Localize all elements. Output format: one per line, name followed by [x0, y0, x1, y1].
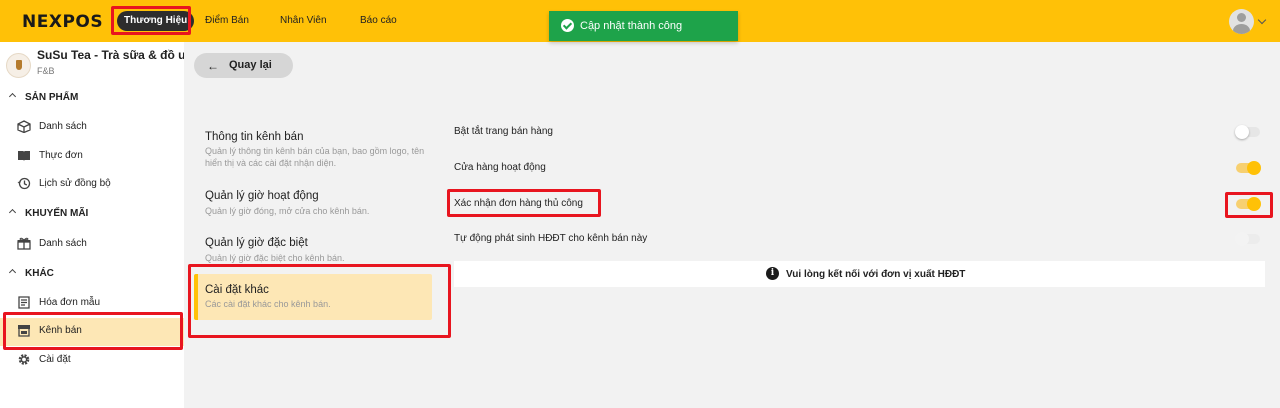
- sidebar-item-label: Danh sách: [39, 121, 87, 132]
- sidebar-item-thuc-don[interactable]: Thực đơn: [0, 143, 184, 169]
- receipt-icon: [18, 296, 30, 309]
- gear-icon: [18, 354, 30, 365]
- settings-menu-item-gio-dac-biet[interactable]: Quản lý giờ đặc biệt Quản lý giờ đặc biệ…: [194, 231, 434, 269]
- menu-item-title: Thông tin kênh bán: [205, 131, 304, 143]
- toggle-tu-dong-phat-sinh-hddt[interactable]: [1235, 232, 1260, 246]
- sidebar-item-lich-su-dong-bo[interactable]: Lịch sử đồng bộ: [0, 171, 184, 197]
- nav-tab-bao-cao[interactable]: Báo cáo: [360, 15, 397, 26]
- chevron-up-icon: [8, 92, 17, 101]
- section-khac[interactable]: KHÁC: [8, 268, 54, 279]
- sidebar-item-danh-sach-khuyen-mai[interactable]: Danh sách: [0, 231, 184, 257]
- arrow-left-icon: ←: [207, 59, 219, 73]
- back-button[interactable]: ← Quay lại: [194, 53, 293, 78]
- check-circle-icon: [561, 19, 574, 32]
- sidebar-item-kenh-ban[interactable]: Kênh bán: [0, 318, 184, 346]
- option-label: Tự động phát sinh HĐĐT cho kênh bán này: [454, 233, 648, 244]
- top-bar: NEXPOS Thương Hiệu Điểm Bán Nhân Viên Bá…: [0, 0, 1280, 42]
- sidebar-item-danh-sach-san-pham[interactable]: Danh sách: [0, 114, 184, 140]
- nav-tab-nhan-vien[interactable]: Nhân Viên: [280, 15, 327, 26]
- settings-menu-item-cai-dat-khac[interactable]: Cài đặt khác Các cài đặt khác cho kênh b…: [194, 274, 432, 320]
- sidebar: SuSu Tea - Trà sữa & đồ uống F&B SẢN PHẨ…: [0, 42, 184, 408]
- section-san-pham[interactable]: SẢN PHẨM: [8, 92, 78, 103]
- toggle-cua-hang-hoat-dong[interactable]: [1236, 161, 1261, 175]
- menu-item-desc: Các cài đặt khác cho kênh bán.: [205, 299, 331, 309]
- sidebar-item-label: Thực đơn: [39, 150, 83, 161]
- settings-menu-item-thong-tin[interactable]: Thông tin kênh bán Quản lý thông tin kên…: [194, 125, 434, 175]
- store-name: SuSu Tea - Trà sữa & đồ uống: [37, 48, 184, 62]
- option-row-cua-hang-hoat-dong: Cửa hàng hoạt động: [454, 154, 1265, 182]
- chevron-up-icon: [8, 208, 17, 217]
- info-icon: i: [766, 267, 779, 280]
- gift-icon: [17, 237, 31, 250]
- settings-menu-item-gio-hoat-dong[interactable]: Quản lý giờ hoạt động Quản lý giờ đóng, …: [194, 184, 434, 222]
- option-row-tu-dong-hddt: Tự động phát sinh HĐĐT cho kênh bán này: [454, 225, 1265, 253]
- box-icon: [17, 120, 31, 133]
- menu-item-title: Cài đặt khác: [205, 284, 269, 296]
- toast-message: Cập nhật thành công: [580, 20, 683, 32]
- nexpos-logo[interactable]: NEXPOS: [22, 12, 103, 32]
- sidebar-item-cai-dat[interactable]: Cài đặt: [0, 347, 184, 373]
- option-row-xac-nhan-don-hang: Xác nhận đơn hàng thủ công: [454, 190, 1265, 218]
- sidebar-item-hoa-don-mau[interactable]: Hóa đơn mẫu: [0, 290, 184, 316]
- nav-tab-thuong-hieu[interactable]: Thương Hiệu: [117, 11, 195, 31]
- section-khuyen-mai[interactable]: KHUYẾN MÃI: [8, 208, 88, 219]
- toggle-bat-tat-trang-ban-hang[interactable]: [1235, 125, 1260, 139]
- menu-item-desc: Quản lý giờ đóng, mở cửa cho kênh bán.: [205, 206, 370, 216]
- sidebar-item-label: Kênh bán: [39, 325, 82, 336]
- book-icon: [18, 151, 30, 161]
- option-row-bat-tat-trang: Bật tắt trang bán hàng: [454, 118, 1265, 146]
- menu-item-desc: Quản lý thông tin kênh bán của bạn, bao …: [205, 146, 425, 168]
- sidebar-item-label: Danh sách: [39, 238, 87, 249]
- option-label: Xác nhận đơn hàng thủ công: [454, 198, 583, 209]
- store-logo: [6, 53, 31, 78]
- sidebar-item-label: Hóa đơn mẫu: [39, 297, 101, 308]
- option-label: Bật tắt trang bán hàng: [454, 126, 553, 137]
- user-avatar-icon[interactable]: [1229, 9, 1254, 34]
- menu-item-title: Quản lý giờ đặc biệt: [205, 237, 308, 249]
- sidebar-item-label: Cài đặt: [39, 354, 71, 365]
- history-icon: [17, 177, 31, 190]
- nav-tab-diem-ban[interactable]: Điểm Bán: [205, 15, 249, 26]
- hddt-notice: i Vui lòng kết nối với đơn vị xuất HĐĐT: [454, 261, 1265, 287]
- toggle-xac-nhan-don-hang-thu-cong[interactable]: [1236, 197, 1261, 211]
- sidebar-item-label: Lịch sử đồng bộ: [39, 178, 111, 189]
- store-icon: [18, 325, 30, 337]
- menu-item-title: Quản lý giờ hoạt động: [205, 190, 319, 202]
- success-toast: Cập nhật thành công: [549, 11, 738, 41]
- menu-item-desc: Quản lý giờ đặc biệt cho kênh bán.: [205, 253, 345, 263]
- chevron-down-icon[interactable]: [1257, 15, 1267, 25]
- notice-text: Vui lòng kết nối với đơn vị xuất HĐĐT: [786, 269, 966, 280]
- chevron-up-icon: [8, 268, 17, 277]
- option-label: Cửa hàng hoạt động: [454, 162, 546, 173]
- store-category: F&B: [37, 66, 55, 76]
